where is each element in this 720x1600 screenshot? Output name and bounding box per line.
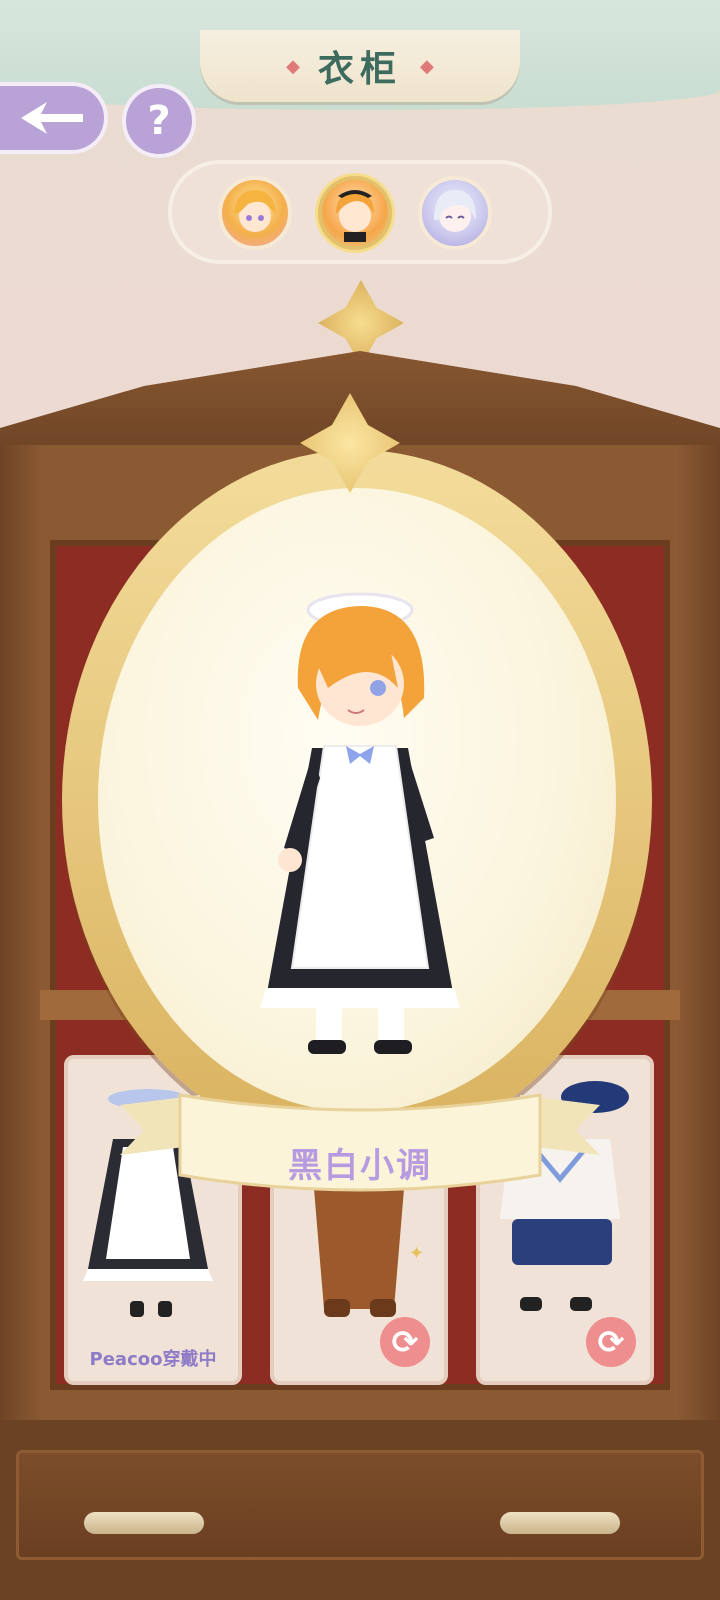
swap-arrows-icon[interactable]: ⟳ bbox=[380, 1317, 430, 1367]
mirror-glass bbox=[98, 488, 616, 1112]
avatar-character-maid[interactable] bbox=[318, 176, 392, 250]
title-left-diamond-icon: ◆ bbox=[286, 55, 300, 77]
wearing-status-label: Peacoo穿戴中 bbox=[89, 1349, 217, 1370]
question-mark-icon: ? bbox=[147, 98, 171, 144]
svg-text:✦: ✦ bbox=[409, 1243, 424, 1264]
swap-arrows-icon[interactable]: ⟳ bbox=[586, 1317, 636, 1367]
blonde-character-icon bbox=[234, 190, 276, 232]
silver-character-icon bbox=[434, 190, 476, 232]
avatar-character-blonde[interactable] bbox=[218, 176, 292, 250]
outfit-name-label: 黑白小调 bbox=[288, 1146, 432, 1186]
back-arrow-icon bbox=[21, 102, 83, 134]
wardrobe-drawer bbox=[16, 1450, 704, 1560]
character-selector bbox=[168, 160, 552, 264]
drawer-handle-right bbox=[500, 1512, 620, 1534]
maid-character-preview bbox=[260, 592, 460, 1054]
drawer-handle-left bbox=[84, 1512, 204, 1534]
avatar-character-silver[interactable] bbox=[418, 176, 492, 250]
back-button[interactable] bbox=[0, 82, 108, 154]
page-title: 衣柜 bbox=[317, 49, 402, 90]
title-right-diamond-icon: ◆ bbox=[420, 55, 434, 77]
help-button[interactable]: ? bbox=[122, 84, 196, 158]
title-banner: ◆ 衣柜 ◆ bbox=[200, 30, 520, 102]
maid-character-icon bbox=[336, 190, 374, 242]
